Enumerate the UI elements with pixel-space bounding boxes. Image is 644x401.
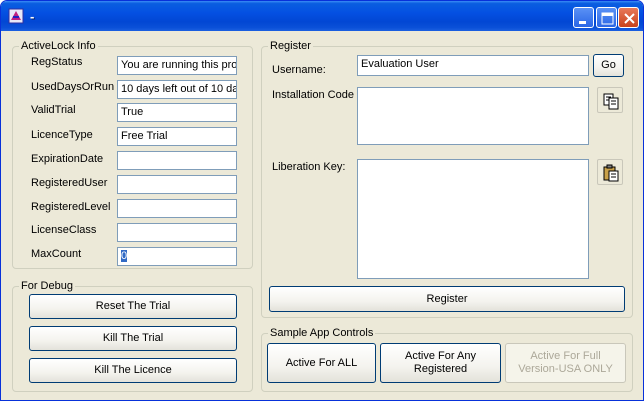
username-field[interactable]: Evaluation User	[357, 55, 589, 76]
validtrial-field[interactable]: True	[117, 103, 237, 122]
copy-icon	[603, 93, 619, 110]
app-window: - ActiveLock Info RegStatus You are runn…	[0, 0, 644, 401]
copy-installation-code-button[interactable]	[597, 87, 623, 113]
maxcount-label: MaxCount	[31, 248, 82, 260]
register-legend: Register	[270, 40, 311, 52]
go-button[interactable]: Go	[593, 54, 624, 77]
liberation-key-label: Liberation Key:	[272, 161, 346, 173]
regstatus-label: RegStatus	[31, 56, 83, 68]
close-icon	[624, 13, 635, 24]
maximize-icon	[601, 12, 614, 25]
registereduser-label: RegisteredUser	[31, 177, 108, 189]
licenseclass-field[interactable]	[117, 223, 237, 242]
active-for-any-registered-button[interactable]: Active For Any Registered	[380, 343, 501, 383]
minimize-icon	[579, 21, 586, 24]
reset-trial-button[interactable]: Reset The Trial	[29, 294, 237, 319]
licencetype-field[interactable]: Free Trial	[117, 127, 237, 146]
registeredlevel-field[interactable]	[117, 199, 237, 218]
maxcount-value: 0	[121, 250, 128, 262]
active-for-all-button[interactable]: Active For ALL	[267, 343, 376, 383]
app-icon	[8, 8, 24, 24]
username-label: Username:	[272, 64, 326, 76]
maxcount-field[interactable]: 0	[117, 247, 237, 266]
expirationdate-label: ExpirationDate	[31, 153, 104, 165]
kill-licence-button[interactable]: Kill The Licence	[29, 358, 237, 383]
paste-liberation-key-button[interactable]	[597, 159, 623, 185]
register-button[interactable]: Register	[269, 286, 625, 312]
paste-icon	[603, 164, 619, 182]
active-for-full-version-button[interactable]: Active For Full Version-USA ONLY	[505, 343, 626, 383]
registeredlevel-label: RegisteredLevel	[31, 201, 111, 213]
close-button[interactable]	[618, 7, 639, 28]
installation-code-label: Installation Code	[272, 89, 354, 101]
useddaysorrun-label: UsedDaysOrRun	[31, 81, 115, 93]
regstatus-field[interactable]: You are running this pro	[117, 56, 237, 75]
kill-trial-button[interactable]: Kill The Trial	[29, 326, 237, 351]
activelock-info-legend: ActiveLock Info	[21, 40, 96, 52]
installation-code-field[interactable]	[357, 87, 589, 145]
expirationdate-field[interactable]	[117, 151, 237, 170]
validtrial-label: ValidTrial	[31, 104, 76, 116]
debug-legend: For Debug	[21, 280, 73, 292]
window-title: -	[30, 9, 35, 24]
licencetype-label: LicenceType	[31, 129, 93, 141]
maximize-button[interactable]	[596, 7, 617, 28]
licenseclass-label: LicenseClass	[31, 224, 97, 236]
sample-app-controls-legend: Sample App Controls	[270, 327, 374, 339]
minimize-button[interactable]	[573, 7, 594, 28]
liberation-key-field[interactable]	[357, 159, 589, 279]
useddaysorrun-field[interactable]: 10 days left out of 10 da	[117, 80, 237, 99]
title-bar[interactable]: -	[1, 1, 643, 31]
registereduser-field[interactable]	[117, 175, 237, 194]
